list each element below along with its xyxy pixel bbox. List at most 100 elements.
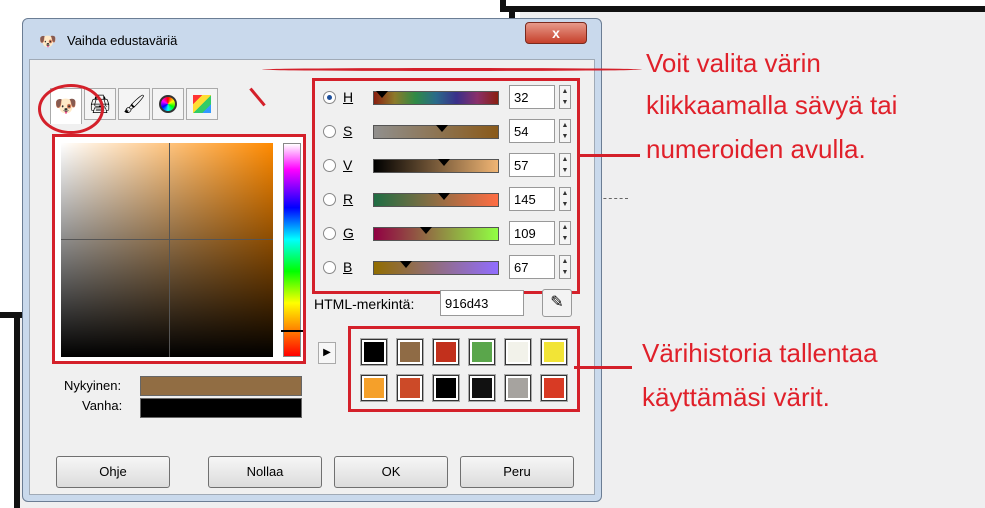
spin-r[interactable]: ▲ ▼ bbox=[559, 187, 571, 211]
value-s[interactable]: 54 bbox=[509, 119, 555, 143]
slider-row-r: R 145 ▲ ▼ bbox=[319, 185, 575, 215]
eyedropper-icon: ✎ bbox=[550, 294, 564, 311]
gimp-icon: 🐶 bbox=[39, 33, 57, 49]
background-frame-bottom bbox=[0, 318, 20, 508]
value-v[interactable]: 57 bbox=[509, 153, 555, 177]
tab-palette[interactable] bbox=[186, 88, 218, 120]
history-swatch[interactable] bbox=[541, 339, 567, 365]
tab-wheel[interactable] bbox=[152, 88, 184, 120]
slider-r[interactable] bbox=[373, 193, 499, 207]
value-h[interactable]: 32 bbox=[509, 85, 555, 109]
label-h: H bbox=[343, 89, 354, 105]
history-swatch[interactable] bbox=[397, 375, 423, 401]
history-swatch[interactable] bbox=[469, 375, 495, 401]
callout-line-sliders bbox=[578, 154, 640, 157]
history-swatch[interactable] bbox=[505, 339, 531, 365]
window-title: Vaihda edustaväriä bbox=[67, 33, 178, 48]
eyedropper-button[interactable]: ✎ bbox=[542, 289, 572, 317]
value-b[interactable]: 67 bbox=[509, 255, 555, 279]
annotation-line2: klikkaamalla sävyä tai bbox=[646, 90, 898, 120]
brush-icon: 🖌 bbox=[122, 93, 146, 114]
radio-r[interactable] bbox=[323, 193, 336, 206]
history-swatch[interactable] bbox=[361, 339, 387, 365]
radio-v[interactable] bbox=[323, 159, 336, 172]
history-swatch[interactable] bbox=[541, 375, 567, 401]
crosshair-horizontal bbox=[61, 239, 273, 240]
old-color-label: Vanha: bbox=[82, 398, 123, 413]
tab-watercolor[interactable]: 🖌 bbox=[118, 88, 150, 120]
dialog-body: 🐶 🖨 🖌 H 32 ▲ ▼ S 54 ▲ ▼ V 57 ▲ ▼ R 145 ▲… bbox=[29, 59, 595, 495]
color-history bbox=[348, 326, 580, 412]
slider-h[interactable] bbox=[373, 91, 499, 105]
slider-g[interactable] bbox=[373, 227, 499, 241]
html-notation-input[interactable]: 916d43 bbox=[440, 290, 524, 316]
slider-b[interactable] bbox=[373, 261, 499, 275]
slider-v[interactable] bbox=[373, 159, 499, 173]
slider-v-handle[interactable] bbox=[438, 159, 450, 166]
title-bar[interactable]: 🐶 Vaihda edustaväriä x bbox=[23, 19, 601, 59]
slider-row-s: S 54 ▲ ▼ bbox=[319, 117, 575, 147]
slider-b-handle[interactable] bbox=[400, 261, 412, 268]
history-swatch[interactable] bbox=[433, 375, 459, 401]
slider-row-b: B 67 ▲ ▼ bbox=[319, 253, 575, 283]
callout-line-top bbox=[262, 68, 642, 71]
hue-marker bbox=[281, 330, 303, 332]
callout-line-history bbox=[574, 366, 632, 369]
arrow-right-icon: ▶ bbox=[323, 347, 331, 358]
current-color-label: Nykyinen: bbox=[64, 378, 122, 393]
value-g[interactable]: 109 bbox=[509, 221, 555, 245]
spin-s[interactable]: ▲ ▼ bbox=[559, 119, 571, 143]
radio-h[interactable] bbox=[323, 91, 336, 104]
current-color-swatch bbox=[140, 376, 302, 396]
label-b: B bbox=[343, 259, 353, 275]
spin-b[interactable]: ▲ ▼ bbox=[559, 255, 571, 279]
slider-row-h: H 32 ▲ ▼ bbox=[319, 83, 575, 113]
history-swatch[interactable] bbox=[361, 375, 387, 401]
saturation-value-square[interactable] bbox=[61, 143, 273, 357]
label-g: G bbox=[343, 225, 354, 241]
slider-s-handle[interactable] bbox=[436, 125, 448, 132]
color-picker-area bbox=[52, 134, 306, 364]
help-button[interactable]: Ohje bbox=[56, 456, 170, 488]
hue-strip[interactable] bbox=[283, 143, 301, 357]
slider-s[interactable] bbox=[373, 125, 499, 139]
radio-g[interactable] bbox=[323, 227, 336, 240]
palette-icon bbox=[193, 95, 211, 113]
color-dialog: 🐶 Vaihda edustaväriä x 🐶 🖨 🖌 H 32 ▲ ▼ S … bbox=[22, 18, 602, 502]
crosshair-vertical bbox=[169, 143, 170, 357]
slider-g-handle[interactable] bbox=[420, 227, 432, 234]
slider-row-g: G 109 ▲ ▼ bbox=[319, 219, 575, 249]
radio-b[interactable] bbox=[323, 261, 336, 274]
label-v: V bbox=[343, 157, 353, 173]
annotation-line1: Voit valita värin bbox=[646, 48, 821, 78]
history-swatch[interactable] bbox=[469, 339, 495, 365]
cancel-button[interactable]: Peru bbox=[460, 456, 574, 488]
label-s: S bbox=[343, 123, 353, 139]
color-wheel-icon bbox=[159, 95, 177, 113]
channel-sliders: H 32 ▲ ▼ S 54 ▲ ▼ V 57 ▲ ▼ R 145 ▲ ▼ G 1… bbox=[312, 78, 580, 294]
spin-h[interactable]: ▲ ▼ bbox=[559, 85, 571, 109]
annotation-line3: numeroiden avulla. bbox=[646, 134, 866, 164]
history-arrow-button[interactable]: ▶ bbox=[318, 342, 336, 364]
slider-row-v: V 57 ▲ ▼ bbox=[319, 151, 575, 181]
reset-button[interactable]: Nollaa bbox=[208, 456, 322, 488]
radio-s[interactable] bbox=[323, 125, 336, 138]
callout-circle bbox=[38, 84, 104, 134]
history-swatch[interactable] bbox=[433, 339, 459, 365]
annotation-history-line2: käyttämäsi värit. bbox=[642, 382, 830, 412]
ok-button[interactable]: OK bbox=[334, 456, 448, 488]
history-swatch[interactable] bbox=[505, 375, 531, 401]
value-r[interactable]: 145 bbox=[509, 187, 555, 211]
slider-r-handle[interactable] bbox=[438, 193, 450, 200]
slider-h-handle[interactable] bbox=[376, 91, 388, 98]
history-swatch[interactable] bbox=[397, 339, 423, 365]
spin-v[interactable]: ▲ ▼ bbox=[559, 153, 571, 177]
background-frame-top bbox=[500, 0, 985, 12]
close-button[interactable]: x bbox=[525, 22, 587, 44]
html-notation-label: HTML-merkintä: bbox=[314, 296, 415, 312]
spin-g[interactable]: ▲ ▼ bbox=[559, 221, 571, 245]
label-r: R bbox=[343, 191, 354, 207]
old-color-swatch bbox=[140, 398, 302, 418]
annotation-history-line1: Värihistoria tallentaa bbox=[642, 338, 878, 368]
background-dashed-line bbox=[598, 198, 628, 199]
